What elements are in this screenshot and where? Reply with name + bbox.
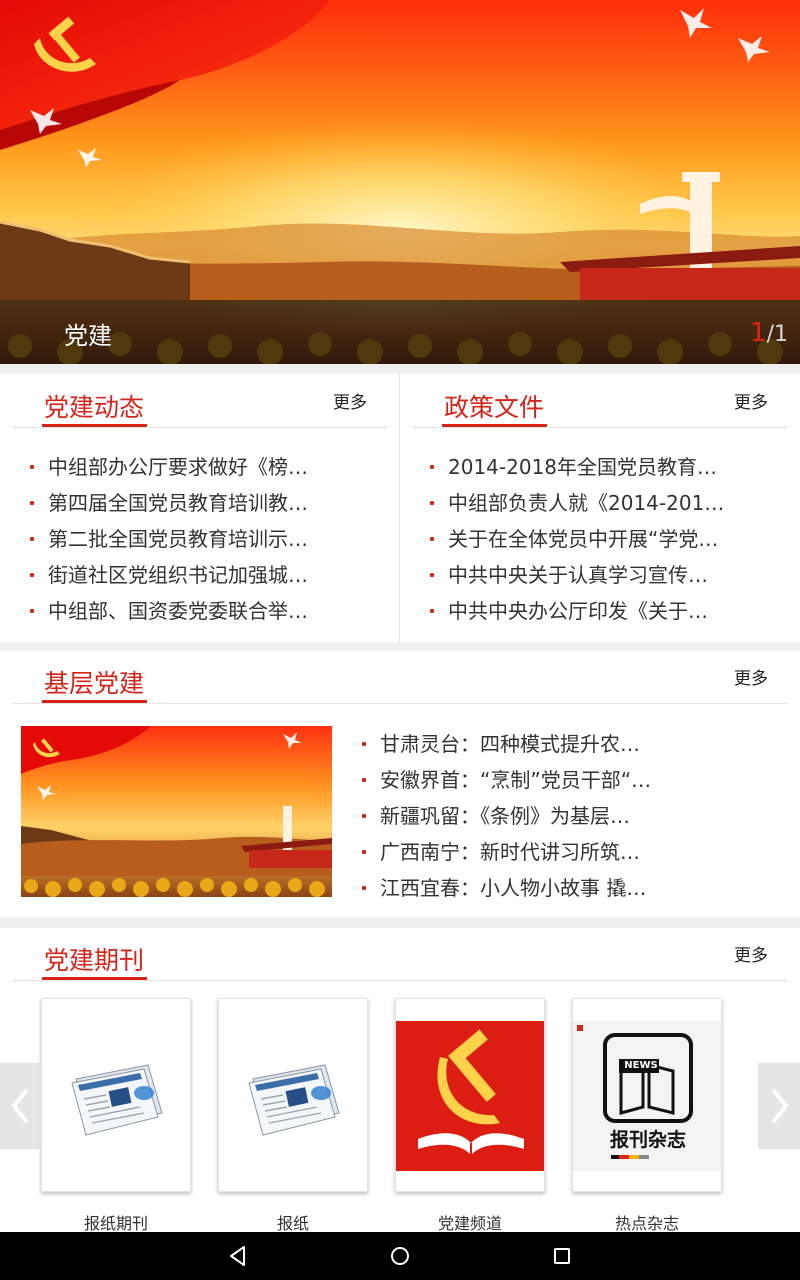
list-item[interactable]: 中共中央关于认真学习宣传… (430, 557, 760, 593)
journal-prev-button[interactable] (0, 1063, 42, 1149)
section-title-jiceng-dangjian: 基层党建 (44, 669, 145, 698)
section-title-zhengce-wenjian: 政策文件 (444, 393, 545, 422)
list-item[interactable]: 中共中央办公厅印发《关于… (430, 593, 760, 629)
list-item[interactable]: 广西南宁：新时代讲习所筑… (362, 834, 662, 870)
section-divider (12, 980, 788, 981)
journal-card-redian-zazhi[interactable]: NEWS 报刊杂志 (572, 998, 722, 1192)
list-item[interactable]: 中组部负责人就《2014-201… (430, 485, 760, 521)
list-item[interactable]: 第四届全国党员教育培训教… (30, 485, 350, 521)
section-divider (12, 427, 388, 428)
journal-label[interactable]: 报纸 (218, 1210, 368, 1234)
list-item[interactable]: 街道社区党组织书记加强城… (30, 557, 350, 593)
banner-carousel[interactable]: 党建 1/1 (0, 0, 800, 364)
newspaper-icon (248, 1064, 340, 1136)
section-title-dangjian-qikan: 党建期刊 (44, 946, 145, 975)
party-emblem-icon (396, 1021, 544, 1171)
banner-caption-bar: 党建 1/1 (0, 300, 800, 364)
magazine-cover-title: 报刊杂志 (609, 1129, 686, 1151)
recent-apps-icon[interactable] (550, 1244, 574, 1268)
list-item[interactable]: 第二批全国党员教育培训示… (30, 521, 350, 557)
jiceng-dangjian-card: 基层党建 更多 甘肃灵台：四种模式提升农… 安徽界首：“烹制”党员干部“… 新疆… (0, 651, 800, 917)
back-icon[interactable] (226, 1244, 250, 1268)
banner-page-indicator: 1/1 (750, 318, 788, 348)
banner-title: 党建 (64, 322, 112, 350)
banner-page-current: 1 (750, 318, 767, 348)
journal-card-dangjian-pindao[interactable] (395, 998, 545, 1192)
list-item[interactable]: 关于在全体党员中开展“学党… (430, 521, 760, 557)
list-item[interactable]: 2014-2018年全国党员教育… (430, 449, 760, 485)
journal-label[interactable]: 报纸期刊 (41, 1210, 191, 1234)
banner-page-total: /1 (766, 322, 788, 347)
journal-label[interactable]: 热点杂志 (572, 1210, 722, 1234)
system-navigation-bar (0, 1232, 800, 1280)
home-icon[interactable] (388, 1244, 412, 1268)
journal-card-baozhi-qikan[interactable] (41, 998, 191, 1192)
more-link-dangjian-qikan[interactable]: 更多 (734, 941, 768, 966)
column-divider (399, 374, 400, 642)
news-list-zhengce-wenjian: 2014-2018年全国党员教育… 中组部负责人就《2014-201… 关于在全… (430, 449, 760, 629)
list-item[interactable]: 中组部、国资委党委联合举… (30, 593, 350, 629)
section-title-dangjian-dongtai: 党建动态 (44, 393, 145, 422)
list-item[interactable]: 江西宜春：小人物小故事 撬… (362, 870, 662, 906)
list-item[interactable]: 新疆巩留：《条例》为基层… (362, 798, 662, 834)
list-item[interactable]: 安徽界首：“烹制”党员干部“… (362, 762, 662, 798)
chevron-left-icon (12, 1089, 28, 1123)
journal-card-baozhi[interactable] (218, 998, 368, 1192)
journal-next-button[interactable] (758, 1063, 800, 1149)
more-link-dangjian-dongtai[interactable]: 更多 (333, 388, 367, 413)
magazine-news-badge: NEWS (624, 1060, 658, 1071)
news-policy-card: 党建动态 更多 中组部办公厅要求做好《榜… 第四届全国党员教育培训教… 第二批全… (0, 374, 800, 642)
chevron-right-icon (772, 1089, 788, 1123)
list-item[interactable]: 甘肃灵台：四种模式提升农… (362, 726, 662, 762)
news-list-jiceng-dangjian: 甘肃灵台：四种模式提升农… 安徽界首：“烹制”党员干部“… 新疆巩留：《条例》为… (362, 726, 662, 906)
journal-label[interactable]: 党建频道 (395, 1210, 545, 1234)
newspaper-icon (71, 1064, 163, 1136)
more-link-zhengce-wenjian[interactable]: 更多 (734, 388, 768, 413)
news-list-dangjian-dongtai: 中组部办公厅要求做好《榜… 第四届全国党员教育培训教… 第二批全国党员教育培训示… (30, 449, 350, 629)
app-root: 党建 1/1 党建动态 更多 中组部办公厅要求做好《榜… 第四届全国党员教育培训… (0, 0, 800, 1280)
news-magazine-icon (573, 1021, 721, 1171)
section-divider (412, 427, 788, 428)
more-link-jiceng-dangjian[interactable]: 更多 (734, 664, 768, 689)
list-item[interactable]: 中组部办公厅要求做好《榜… (30, 449, 350, 485)
jiceng-feature-image[interactable] (21, 726, 332, 897)
section-divider (12, 703, 788, 704)
